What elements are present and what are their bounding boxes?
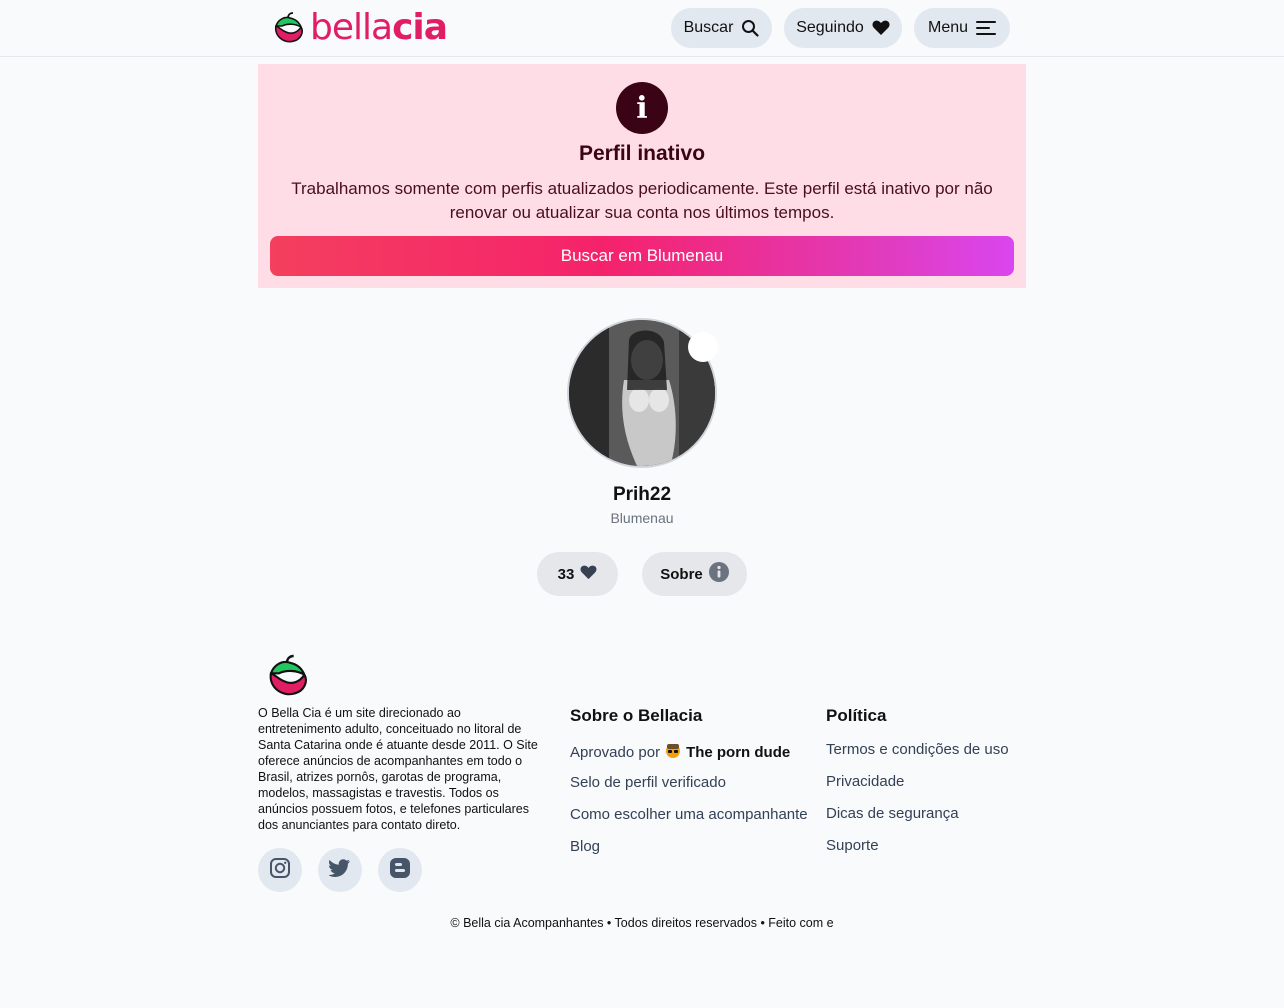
info-icon (708, 562, 729, 586)
twitter-icon (328, 858, 351, 883)
footer-link-verified-seal[interactable]: Selo de perfil verificado (570, 774, 726, 791)
footer-link-privacy[interactable]: Privacidade (826, 773, 904, 790)
logo-wordmark: bellacia (310, 7, 448, 48)
footer-logo[interactable] (262, 652, 312, 705)
profile-name: Prih22 (612, 484, 672, 505)
verified-badge (688, 332, 718, 362)
like-count: 33 (557, 565, 575, 583)
twitter-link[interactable] (318, 848, 362, 892)
footer-link-support[interactable]: Suporte (826, 837, 879, 854)
following-button[interactable]: Seguindo (784, 8, 902, 48)
following-button-label: Seguindo (796, 19, 864, 36)
chili-logo-icon (274, 12, 303, 43)
inactive-profile-banner: i Perfil inativo Trabalhamos somente com… (258, 64, 1026, 288)
chili-logo-icon (269, 654, 307, 696)
site-logo[interactable]: bellacia (270, 7, 448, 48)
heart-icon (872, 20, 890, 36)
blog-link[interactable] (378, 848, 422, 892)
banner-title: Perfil inativo (578, 142, 706, 165)
search-button[interactable]: Buscar (671, 8, 772, 48)
logo-text-bold: cia (392, 7, 448, 48)
menu-button-label: Menu (927, 19, 969, 36)
approved-by-link[interactable]: Aprovado por The porn dude (570, 741, 790, 763)
footer-link-blog[interactable]: Blog (570, 838, 600, 855)
instagram-icon (269, 857, 291, 884)
like-button[interactable]: 33 (537, 552, 618, 596)
info-icon: i (616, 82, 668, 134)
porn-dude-icon (664, 741, 682, 763)
instagram-link[interactable] (258, 848, 302, 892)
heart-icon (580, 565, 597, 584)
menu-icon (976, 20, 997, 36)
search-button-label: Buscar (683, 19, 734, 36)
site-header: bellacia Buscar Seguindo Menu (0, 0, 1284, 57)
about-button-label: Sobre (660, 565, 703, 583)
copyright-text: © Bella cia Acompanhantes • Todos direit… (450, 916, 834, 930)
footer-col-about-title: Sobre o Bellacia (570, 706, 703, 725)
search-city-button[interactable]: Buscar em Blumenau (270, 236, 1014, 276)
menu-button[interactable]: Menu (914, 8, 1010, 48)
footer-about-text: O Bella Cia é um site direcionado ao ent… (258, 706, 538, 832)
logo-text-light: bella (310, 7, 393, 48)
footer-col-policy-title: Política (826, 706, 887, 725)
search-icon (741, 19, 759, 37)
about-button[interactable]: Sobre (642, 552, 747, 596)
info-icon-glyph: i (636, 90, 648, 126)
blogger-icon (389, 857, 411, 884)
approved-name: The porn dude (686, 743, 791, 761)
approved-prefix: Aprovado por (570, 743, 661, 761)
banner-text: Trabalhamos somente com perfis atualizad… (291, 179, 993, 222)
footer-link-safety-tips[interactable]: Dicas de segurança (826, 805, 959, 822)
footer-link-how-to-choose[interactable]: Como escolher uma acompanhante (570, 806, 808, 823)
profile-city: Blumenau (610, 510, 674, 526)
footer-link-terms[interactable]: Termos e condições de uso (826, 741, 1009, 758)
